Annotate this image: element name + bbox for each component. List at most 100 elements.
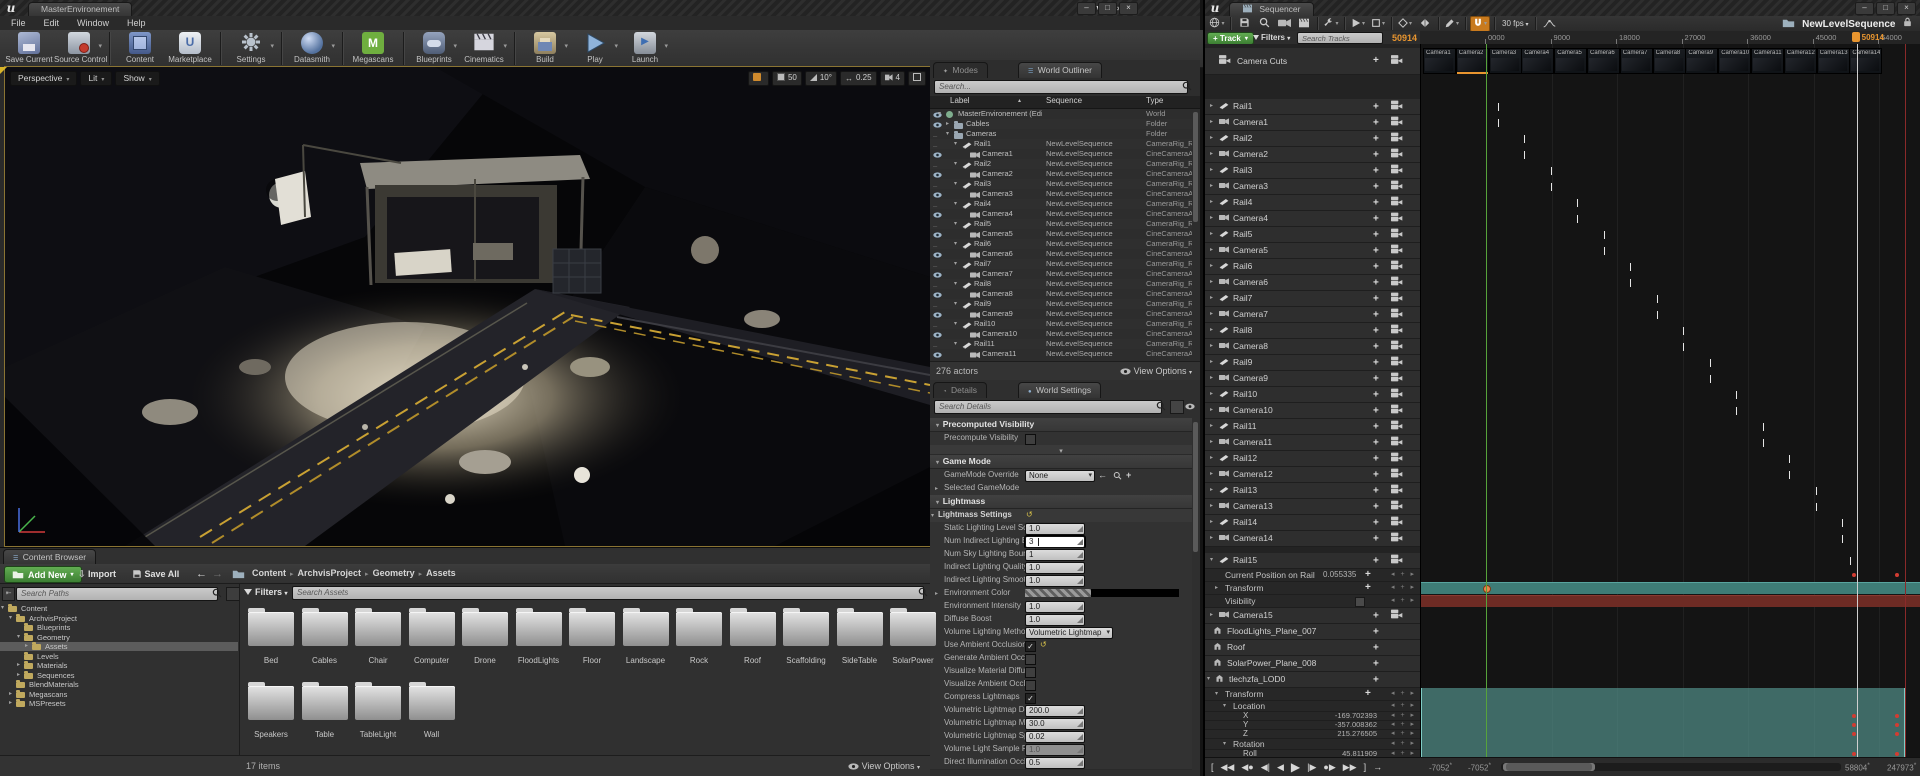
cinematics-button[interactable]: ▾Cinematics	[459, 30, 509, 64]
save-sequence-button[interactable]	[1235, 17, 1253, 31]
asset-folder-speakers[interactable]: Speakers	[245, 678, 297, 748]
browse-icon[interactable]	[1113, 471, 1122, 481]
expander-open-icon[interactable]: ▾	[954, 239, 957, 249]
track-options-icon[interactable]	[1391, 451, 1403, 466]
track-camera10[interactable]: ▸Camera10+	[1205, 403, 1420, 419]
find-in-content-browser-button[interactable]	[1255, 17, 1273, 31]
track-camera14[interactable]: ▸Camera14+	[1205, 531, 1420, 547]
track-rotation[interactable]: ▾Rotation◂ + ▸	[1205, 739, 1420, 750]
track-options-icon[interactable]	[1391, 355, 1403, 370]
maximize-viewport-button[interactable]	[908, 71, 926, 86]
outliner-row-rail2[interactable]: –▾Rail2NewLevelSequenceCameraRig_R	[930, 159, 1192, 169]
camera-cut-segment-camera1[interactable]: Camera1	[1423, 48, 1456, 74]
expander-open-icon[interactable]: ▾	[938, 109, 941, 119]
keyframe-tick[interactable]	[1657, 295, 1658, 303]
render-movie-button[interactable]	[1275, 17, 1293, 31]
spin-input[interactable]: 1.0	[1025, 523, 1085, 535]
position-value[interactable]: 0.055335	[1323, 569, 1356, 582]
expander-closed-icon[interactable]: ▸	[935, 590, 938, 597]
filters-button[interactable]: Filters ▾	[244, 587, 288, 597]
camera-cut-segment-camera14[interactable]: Camera14	[1849, 48, 1882, 74]
track-rotation-roll[interactable]: Roll45.811909◂ + ▸	[1205, 750, 1420, 757]
keyframe-tick[interactable]	[1816, 503, 1817, 511]
curve-editor-button[interactable]	[1540, 17, 1558, 31]
add-section-button[interactable]: +	[1373, 259, 1379, 274]
track-location-z[interactable]: Z215.276505◂ + ▸	[1205, 730, 1420, 739]
x-value[interactable]: -169.702393	[1317, 712, 1377, 721]
keyframe-tick[interactable]	[1551, 183, 1552, 191]
rotation-snap-button[interactable]: 10°	[805, 71, 837, 86]
transport-button-4[interactable]: ◀	[1277, 762, 1284, 773]
spin-input[interactable]: 0.02	[1025, 731, 1085, 743]
track-options-icon[interactable]	[1391, 483, 1403, 498]
source-control-button[interactable]: ▾Source Control	[54, 30, 104, 64]
track-camera2[interactable]: ▸Camera2+	[1205, 147, 1420, 163]
details-category-game-mode[interactable]: ▾ Game Mode	[930, 455, 1192, 469]
track-camera6[interactable]: ▸Camera6+	[1205, 275, 1420, 291]
add-section-button[interactable]: +	[1373, 147, 1379, 162]
track-rail11[interactable]: ▸Rail11+	[1205, 419, 1420, 435]
keyframe-tick[interactable]	[1577, 199, 1578, 207]
roll-value[interactable]: 45.811909	[1317, 750, 1377, 757]
tab-modes[interactable]: ✦ Modes	[933, 62, 988, 78]
track-rail9[interactable]: ▸Rail9+	[1205, 355, 1420, 371]
asset-folder-bed[interactable]: Bed	[245, 604, 297, 674]
viewport-lit-button[interactable]: Lit▾	[80, 71, 112, 86]
keyframe-tick[interactable]	[1850, 557, 1851, 565]
keyframe-nav-buttons[interactable]: ◂ + ▸	[1391, 582, 1416, 594]
key-all-button[interactable]	[1416, 17, 1434, 31]
track-options-icon[interactable]	[1391, 115, 1403, 130]
expander-closed-icon[interactable]: ▸	[1210, 115, 1213, 130]
outliner-row-rail11[interactable]: –▾Rail11NewLevelSequenceCameraRig_R	[930, 339, 1192, 349]
camera-cut-segment-camera12[interactable]: Camera12	[1784, 48, 1817, 74]
breadcrumb-archvisproject[interactable]: ArchvisProject	[298, 568, 362, 578]
tab-world-settings[interactable]: ● World Settings	[1018, 382, 1101, 398]
outliner-row-camera9[interactable]: Camera9NewLevelSequenceCineCameraA	[930, 309, 1192, 319]
track-roof[interactable]: Roof+	[1205, 640, 1420, 656]
add-section-button[interactable]: +	[1373, 291, 1379, 306]
world-options-button[interactable]: ▾	[1208, 17, 1226, 31]
expander-closed-icon[interactable]: ▸	[935, 485, 938, 492]
create-camera-button[interactable]	[1295, 17, 1313, 31]
level-tab[interactable]: MasterEnvironement	[28, 2, 132, 16]
value-slider-grip-icon[interactable]	[1077, 539, 1083, 545]
expander-closed-icon[interactable]: ▸	[1210, 419, 1213, 434]
asset-folder-landscape[interactable]: Landscape	[620, 604, 672, 674]
outliner-row-rail6[interactable]: –▾Rail6NewLevelSequenceCameraRig_R	[930, 239, 1192, 249]
transport-play[interactable]: ▶	[1291, 760, 1300, 774]
add-section-button[interactable]: +	[1373, 355, 1379, 370]
sequencer-tab[interactable]: Sequencer	[1229, 2, 1314, 16]
keyframe-tick[interactable]	[1683, 343, 1684, 351]
track-location[interactable]: ▾Location◂ + ▸	[1205, 701, 1420, 712]
keyframe-dot-red[interactable]	[1852, 723, 1856, 727]
track-options-icon[interactable]	[1391, 179, 1403, 194]
track-options-icon[interactable]	[1391, 339, 1403, 354]
outliner-row-cables[interactable]: ▸CablesFolder	[930, 119, 1192, 129]
asset-folder-scaffolding[interactable]: Scaffolding	[780, 604, 832, 674]
track-options-icon[interactable]	[1391, 131, 1403, 146]
track-options-icon[interactable]	[1391, 227, 1403, 242]
tree-item-archvisproject[interactable]: ▾ArchvisProject	[0, 614, 238, 623]
keyframe-dot-red[interactable]	[1895, 752, 1899, 756]
expander-closed-icon[interactable]: ▸	[25, 642, 28, 651]
keyframe-tick[interactable]	[1683, 327, 1684, 335]
tree-item-blendmaterials[interactable]: BlendMaterials	[0, 680, 238, 689]
expander-closed-icon[interactable]: ▸	[1210, 467, 1213, 482]
expander-open-icon[interactable]: ▾	[954, 179, 957, 189]
spin-input[interactable]: 3	[1025, 536, 1085, 548]
track-rail12[interactable]: ▸Rail12+	[1205, 451, 1420, 467]
keyframe-options-button[interactable]: ▾	[1396, 17, 1414, 31]
outliner-row-camera7[interactable]: Camera7NewLevelSequenceCineCameraA	[930, 269, 1192, 279]
track-options-icon[interactable]	[1391, 275, 1403, 290]
expander-closed-icon[interactable]: ▸	[1210, 403, 1213, 418]
add-section-button[interactable]: +	[1373, 553, 1379, 568]
transport-button-7[interactable]: ●▶	[1323, 762, 1335, 773]
current-frame-field[interactable]: 50914	[1377, 33, 1417, 43]
breadcrumb-assets[interactable]: Assets	[426, 568, 456, 578]
keyframe-tick[interactable]	[1763, 423, 1764, 431]
details-category-lightmass[interactable]: ▾ Lightmass	[930, 495, 1192, 509]
add-section-button[interactable]: +	[1373, 419, 1379, 434]
transport-button-8[interactable]: ▶▶	[1343, 762, 1357, 773]
menu-edit[interactable]: Edit	[35, 16, 69, 30]
details-scrollbar[interactable]	[1193, 422, 1198, 552]
